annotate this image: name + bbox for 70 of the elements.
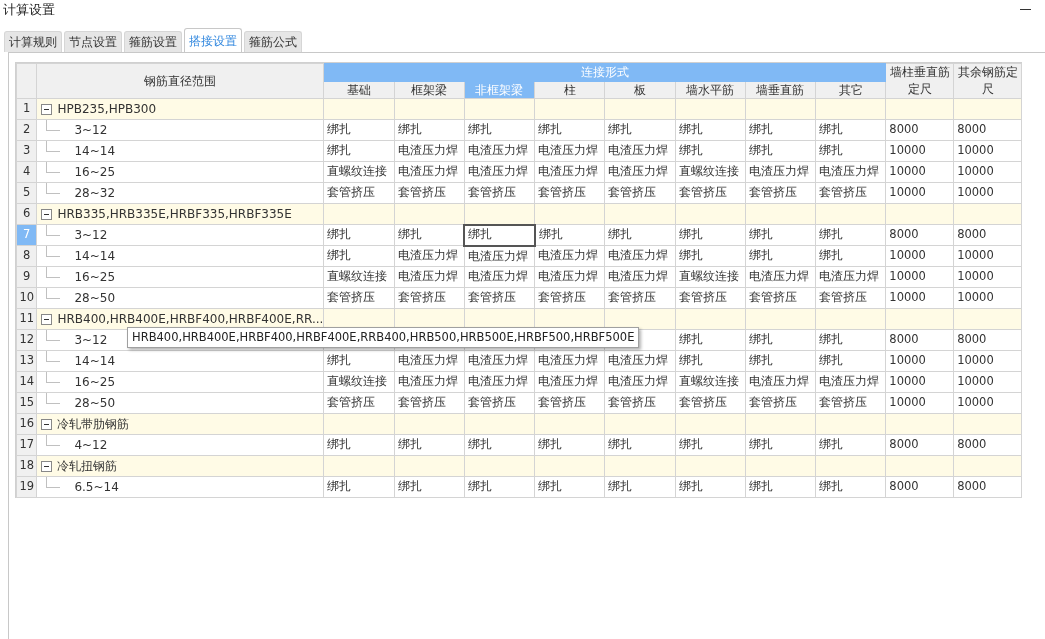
range-label: 3~12 bbox=[74, 122, 108, 139]
tree-line bbox=[46, 224, 61, 236]
column-header: 钢筋直径范围 bbox=[36, 63, 324, 99]
row-number: 7 bbox=[16, 224, 37, 246]
row-number: 4 bbox=[16, 161, 37, 183]
tree-line bbox=[46, 266, 61, 278]
column-group-header: 连接形式 bbox=[323, 63, 886, 82]
range-label: 14~14 bbox=[74, 248, 115, 265]
collapse-icon[interactable] bbox=[41, 313, 53, 325]
row-number: 2 bbox=[16, 119, 37, 141]
row-number: 14 bbox=[16, 371, 37, 393]
range-label: 28~32 bbox=[74, 185, 115, 202]
collapse-icon[interactable] bbox=[41, 460, 53, 472]
row-number: 15 bbox=[16, 392, 37, 414]
row-number: 13 bbox=[16, 350, 37, 372]
tab[interactable]: 箍筋设置 bbox=[124, 31, 182, 52]
row-number: 1 bbox=[16, 98, 37, 120]
group-label: HRB400,HRB400E,HRBF400,HRBF400E,RR... bbox=[57, 311, 324, 328]
tree-line bbox=[46, 182, 61, 194]
row-number: 12 bbox=[16, 329, 37, 351]
tree-line bbox=[46, 140, 61, 152]
range-label: 28~50 bbox=[74, 395, 115, 412]
row-number: 16 bbox=[16, 413, 37, 435]
tab[interactable]: 节点设置 bbox=[64, 31, 122, 52]
table-cell: 绑扎 bbox=[464, 224, 535, 246]
tooltip: HRB400,HRB400E,HRBF400,HRBF400E,RRB400,HRB500,HRB500E,HRBF500,HRBF500E bbox=[127, 327, 640, 348]
tree-line bbox=[46, 287, 61, 299]
range-label: 4~12 bbox=[74, 437, 108, 454]
column-header: 墙柱垂直筋 定尺 bbox=[885, 63, 954, 99]
tree-line bbox=[46, 371, 61, 383]
tree-line bbox=[46, 392, 61, 404]
group-label: HRB335,HRB335E,HRBF335,HRBF335E bbox=[57, 206, 292, 223]
row-number: 3 bbox=[16, 140, 37, 162]
row-number: 18 bbox=[16, 455, 37, 477]
row-number: 5 bbox=[16, 182, 37, 204]
row-number: 17 bbox=[16, 434, 37, 456]
group-label: 冷轧带肋钢筋 bbox=[57, 416, 130, 433]
group-label: HPB235,HPB300 bbox=[57, 101, 157, 118]
row-number: 9 bbox=[16, 266, 37, 288]
tree-line bbox=[46, 476, 61, 488]
minimize-icon[interactable] bbox=[1020, 9, 1031, 11]
row-number: 8 bbox=[16, 245, 37, 267]
row-number: 11 bbox=[16, 308, 37, 330]
row-number: 6 bbox=[16, 203, 37, 225]
tree-line bbox=[46, 161, 61, 173]
range-label: 6.5~14 bbox=[74, 479, 119, 496]
range-label: 16~25 bbox=[74, 269, 115, 286]
tab[interactable]: 箍筋公式 bbox=[244, 31, 302, 52]
tree-line bbox=[46, 119, 61, 131]
range-label: 3~12 bbox=[74, 227, 108, 244]
range-label: 3~12 bbox=[74, 332, 108, 349]
range-label: 16~25 bbox=[74, 164, 115, 181]
collapse-icon[interactable] bbox=[41, 418, 53, 430]
tree-line bbox=[46, 434, 61, 446]
collapse-icon[interactable] bbox=[41, 103, 53, 115]
collapse-icon[interactable] bbox=[41, 208, 53, 220]
tab[interactable]: 搭接设置 bbox=[184, 28, 242, 53]
group-label: 冷轧扭钢筋 bbox=[57, 458, 118, 475]
range-label: 14~14 bbox=[74, 353, 115, 370]
tree-line bbox=[46, 245, 61, 257]
range-label: 14~14 bbox=[74, 143, 115, 160]
range-label: 28~50 bbox=[74, 290, 115, 307]
tree-line bbox=[46, 329, 61, 341]
row-number: 19 bbox=[16, 476, 37, 498]
range-label: 16~25 bbox=[74, 374, 115, 391]
tree-line bbox=[46, 350, 61, 362]
window-title: 计算设置 bbox=[3, 1, 55, 20]
tab[interactable]: 计算规则 bbox=[4, 31, 62, 52]
row-number: 10 bbox=[16, 287, 37, 309]
column-header: 其余钢筋定 尺 bbox=[953, 63, 1022, 99]
